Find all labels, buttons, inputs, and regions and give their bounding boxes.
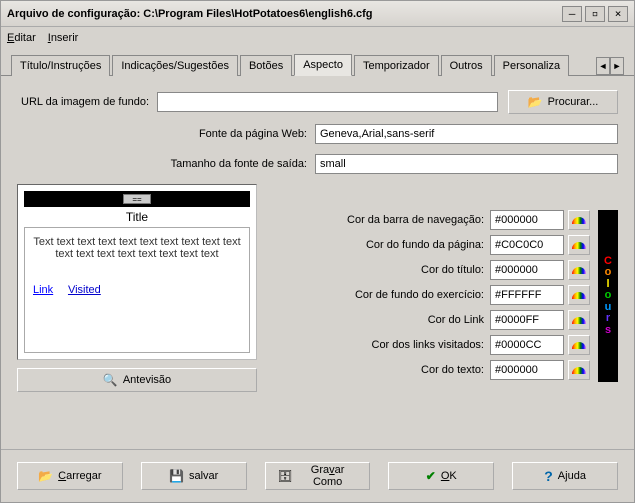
color-label: Cor do fundo da página: [366, 239, 490, 251]
color-picker-button[interactable] [568, 360, 590, 380]
browse-button[interactable]: Procurar... [508, 90, 618, 114]
ok-button[interactable]: OK [388, 462, 494, 490]
tab-bar: Título/Instruções Indicações/Sugestões B… [1, 49, 634, 76]
rainbow-icon [572, 317, 586, 324]
color-input[interactable] [490, 210, 564, 230]
color-label: Cor da barra de navegação: [347, 214, 490, 226]
color-label: Cor do título: [421, 264, 490, 276]
colours-letter: s [605, 325, 611, 337]
window-title: Arquivo de configuração: C:\Program File… [7, 8, 559, 20]
menubar: Editar Inserir [1, 27, 634, 49]
color-input[interactable] [490, 310, 564, 330]
url-input[interactable] [157, 92, 498, 112]
rainbow-icon [572, 242, 586, 249]
maximize-button[interactable]: ▫ [585, 6, 605, 22]
color-picker-button[interactable] [568, 210, 590, 230]
size-input[interactable] [315, 154, 618, 174]
font-label: Fonte da página Web: [17, 128, 315, 140]
help-icon [544, 468, 553, 484]
color-input[interactable] [490, 260, 564, 280]
color-label: Cor do Link [428, 314, 490, 326]
color-row: Cor do fundo da página: [267, 235, 590, 255]
rainbow-icon [572, 217, 586, 224]
color-picker-button[interactable] [568, 260, 590, 280]
rainbow-icon [572, 342, 586, 349]
color-row: Cor da barra de navegação: [267, 210, 590, 230]
rainbow-icon [572, 292, 586, 299]
rainbow-icon [572, 267, 586, 274]
preview-body: Text text text text text text text text … [24, 227, 250, 353]
folder-icon [38, 469, 53, 483]
tab-titulo[interactable]: Título/Instruções [11, 55, 110, 76]
color-label: Cor de fundo do exercício: [355, 289, 490, 301]
save-button[interactable]: salvar [141, 462, 247, 490]
color-input[interactable] [490, 235, 564, 255]
color-picker-button[interactable] [568, 310, 590, 330]
color-input[interactable] [490, 285, 564, 305]
minimize-button[interactable]: – [562, 6, 582, 22]
tab-personaliza[interactable]: Personaliza [494, 55, 569, 76]
preview-body-text: Text text text text text text text text … [33, 236, 241, 260]
tab-indicacoes[interactable]: Indicações/Sugestões [112, 55, 238, 76]
color-row: Cor de fundo do exercício: [267, 285, 590, 305]
rainbow-icon [572, 367, 586, 374]
color-row: Cor do texto: [267, 360, 590, 380]
load-button[interactable]: Carregar [17, 462, 123, 490]
tab-botoes[interactable]: Botões [240, 55, 292, 76]
tab-scroll-right[interactable]: ► [610, 57, 624, 75]
tab-aspecto[interactable]: Aspecto [294, 54, 352, 76]
color-input[interactable] [490, 335, 564, 355]
tab-panel-aspecto: URL da imagem de fundo: Procurar... Font… [1, 76, 634, 449]
tab-outros[interactable]: Outros [441, 55, 492, 76]
color-rows: Cor da barra de navegação: Cor do fundo d… [267, 210, 590, 392]
preview-title: Title [24, 207, 250, 227]
color-input[interactable] [490, 360, 564, 380]
folder-icon [528, 95, 543, 109]
colours-letter: o [605, 267, 612, 279]
menu-edit[interactable]: Editar [7, 32, 36, 44]
titlebar: Arquivo de configuração: C:\Program File… [1, 1, 634, 27]
close-button[interactable]: × [608, 6, 628, 22]
save-icon [169, 469, 184, 483]
preview-nav-seg: == [123, 194, 151, 204]
magnifier-icon [103, 373, 118, 387]
colours-vertical-button[interactable]: Colours [598, 210, 618, 382]
tab-temporizador[interactable]: Temporizador [354, 55, 439, 76]
color-row: Cor do título: [267, 260, 590, 280]
preview-navbar: == [24, 191, 250, 207]
color-picker-button[interactable] [568, 285, 590, 305]
preview-button[interactable]: Antevisão [17, 368, 257, 392]
bottom-bar: Carregar salvar Gravar Como OK Ajuda [1, 449, 634, 502]
save-as-icon [278, 469, 293, 483]
color-row: Cor do Link [267, 310, 590, 330]
color-label: Cor dos links visitados: [372, 339, 491, 351]
preview-link: Link [33, 284, 53, 296]
ok-icon [426, 469, 436, 483]
color-picker-button[interactable] [568, 335, 590, 355]
color-row: Cor dos links visitados: [267, 335, 590, 355]
preview-box: == Title Text text text text text text t… [17, 184, 257, 360]
url-label: URL da imagem de fundo: [17, 96, 157, 108]
help-button[interactable]: Ajuda [512, 462, 618, 490]
preview-visited: Visited [68, 284, 101, 296]
color-label: Cor do texto: [421, 364, 490, 376]
font-input[interactable] [315, 124, 618, 144]
menu-insert[interactable]: Inserir [48, 32, 79, 44]
tab-scroll-left[interactable]: ◄ [596, 57, 610, 75]
size-label: Tamanho da fonte de saída: [17, 158, 315, 170]
saveas-button[interactable]: Gravar Como [265, 462, 371, 490]
color-picker-button[interactable] [568, 235, 590, 255]
